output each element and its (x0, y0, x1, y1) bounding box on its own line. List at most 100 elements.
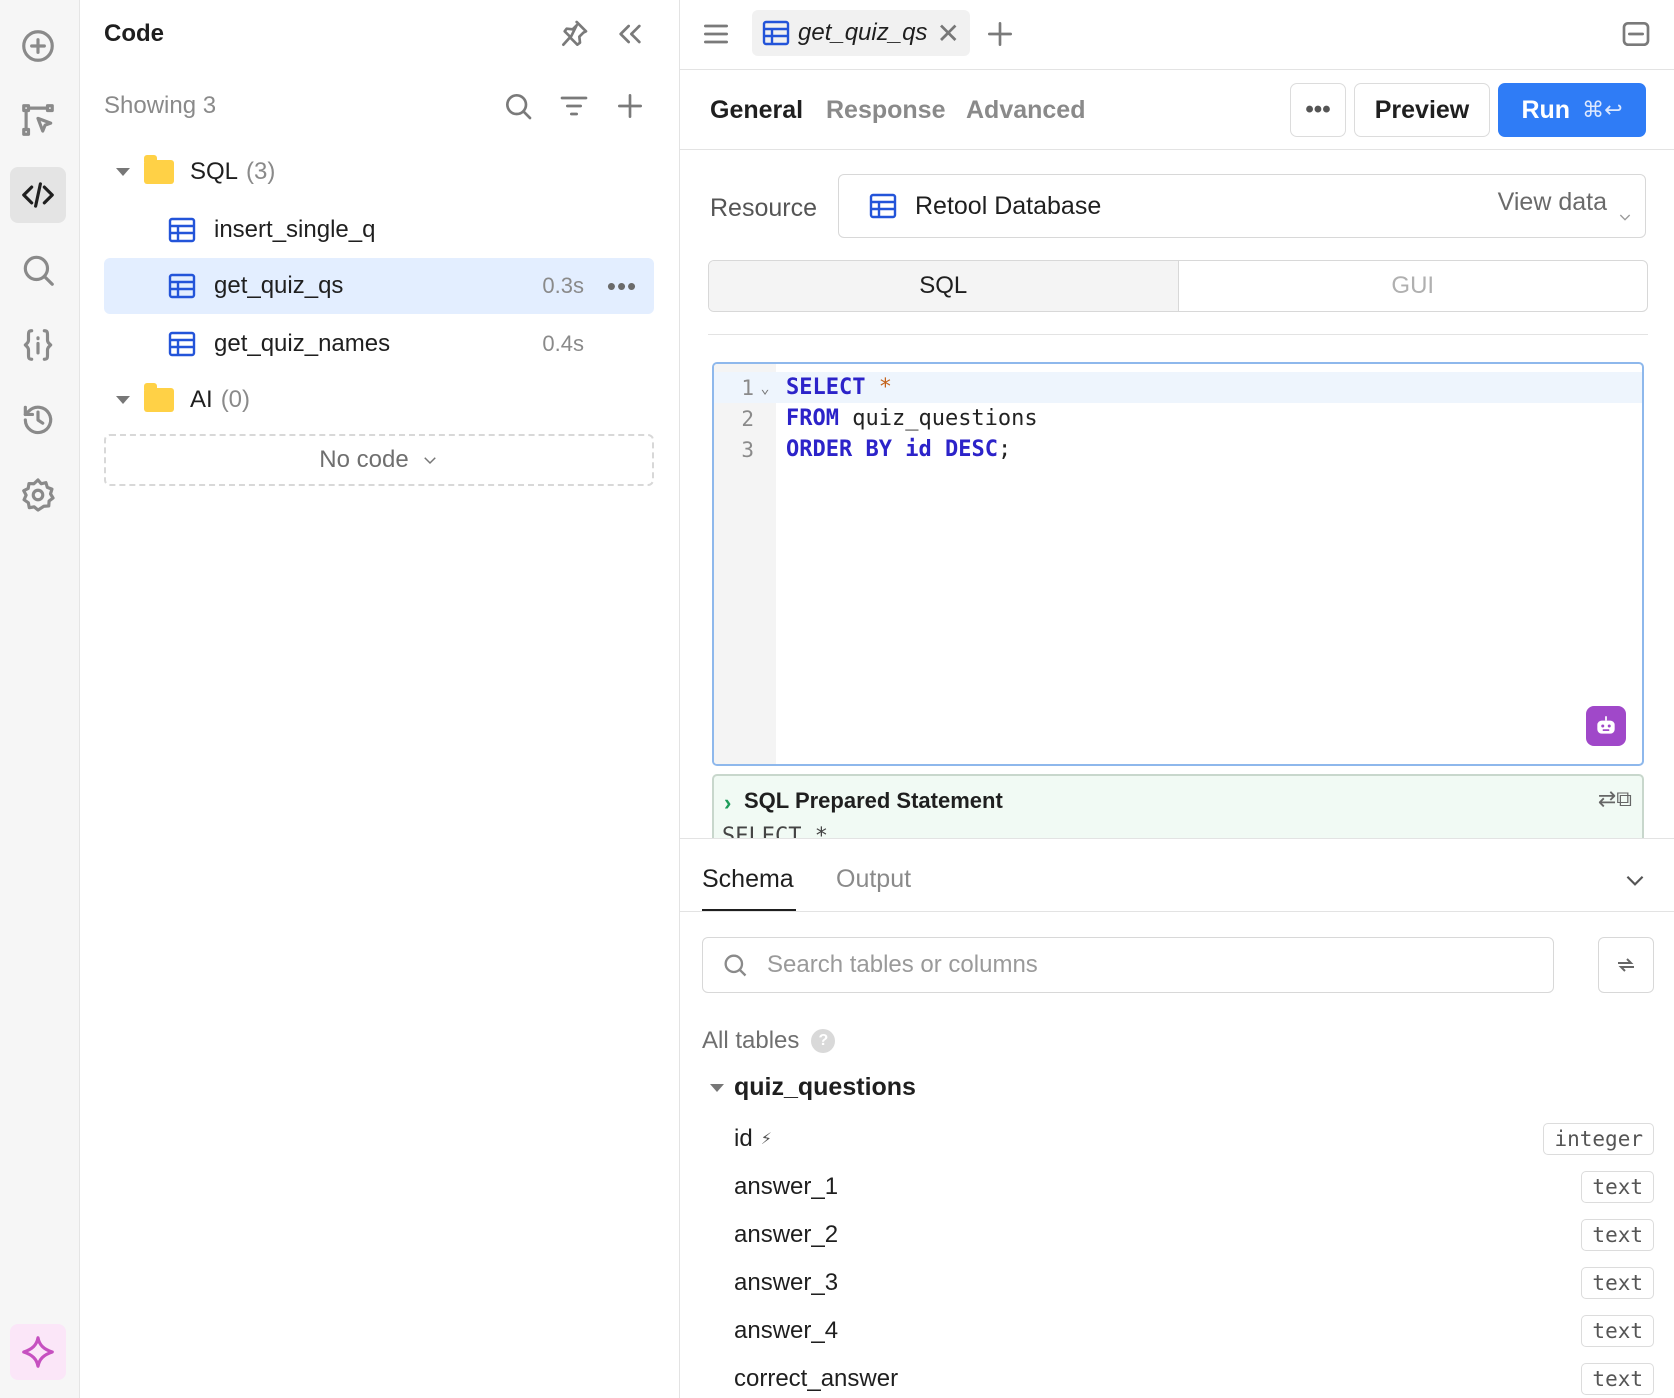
tab-response[interactable]: Response (826, 96, 945, 125)
filter-icon (560, 96, 588, 116)
sql-keyword: FROM (786, 406, 839, 431)
bottom-panel: Schema Output All tables ? quiz_question… (680, 838, 1674, 1398)
help-icon[interactable]: ? (811, 1029, 836, 1053)
view-data-link[interactable]: View data (1498, 188, 1607, 217)
swap-copy-icon[interactable]: ⇄⧉ (1598, 786, 1632, 812)
ai-assist-button[interactable] (1586, 706, 1626, 746)
prepared-statement-title: SQL Prepared Statement (744, 788, 1003, 813)
resource-select[interactable]: Retool Database View data (838, 174, 1646, 238)
divider (708, 334, 1648, 335)
pin-button[interactable] (554, 14, 594, 54)
chevron-down-icon (1617, 203, 1633, 232)
code-panel: Code Showing 3 SQL (3) insert_single_q g… (80, 0, 680, 1398)
search-icon (23, 255, 54, 286)
component-cursor-icon (22, 104, 54, 136)
collapse-panel-button[interactable] (610, 14, 650, 54)
add-button[interactable] (10, 18, 66, 74)
run-label: Run (1521, 95, 1571, 124)
folder-name: SQL (190, 158, 239, 185)
tab-get-quiz-qs[interactable]: get_quiz_qs ✕ (752, 10, 970, 56)
state-button[interactable] (10, 317, 66, 373)
column-row[interactable]: answer_2 text (734, 1213, 1654, 1257)
query-editor: get_quiz_qs ✕ General Response Advanced … (680, 0, 1674, 1398)
mode-sql[interactable]: SQL (709, 261, 1179, 311)
more-options-button[interactable]: ••• (1290, 83, 1346, 137)
collapse-panel-button[interactable] (1622, 867, 1648, 898)
code-button[interactable] (10, 167, 66, 223)
table-tree-item[interactable]: quiz_questions (710, 1073, 916, 1102)
folder-ai[interactable]: AI (0) (104, 378, 250, 422)
preview-button[interactable]: Preview (1354, 83, 1490, 137)
sql-punct: ; (997, 437, 1012, 462)
search-queries-button[interactable] (498, 86, 538, 126)
column-row[interactable]: answer_1 text (734, 1165, 1654, 1209)
query-runtime: 0.4s (542, 331, 584, 356)
resource-label: Resource (710, 194, 817, 222)
sql-keyword: DESC (944, 437, 998, 462)
query-item-get-quiz-qs[interactable]: get_quiz_qs 0.3s ••• (104, 258, 654, 314)
close-icon[interactable]: ✕ (937, 17, 960, 50)
search-button[interactable] (10, 242, 66, 298)
pin-icon (562, 20, 588, 46)
active-tab-indicator (702, 909, 796, 911)
run-button[interactable]: Run ⌘↩ (1498, 83, 1646, 137)
menu-button[interactable] (696, 14, 736, 54)
primary-key-icon: ⚡ (760, 1131, 772, 1148)
mode-gui[interactable]: GUI (1179, 261, 1648, 311)
table-icon (762, 20, 790, 46)
database-table-icon (869, 193, 897, 219)
table-icon (168, 331, 196, 357)
table-name: quiz_questions (734, 1073, 916, 1101)
tab-advanced[interactable]: Advanced (966, 96, 1085, 125)
history-button[interactable] (10, 392, 66, 448)
column-name: correct_answer (734, 1365, 899, 1392)
sql-keyword: id (905, 437, 932, 462)
column-row[interactable]: correct_answer text (734, 1357, 1654, 1398)
query-name: get_quiz_qs (214, 272, 344, 299)
folder-name: AI (190, 386, 213, 413)
tab-rule (680, 911, 1674, 912)
sql-keyword: SELECT (786, 375, 866, 400)
caret-down-icon (116, 396, 130, 404)
column-type-badge: text (1581, 1267, 1654, 1299)
caret-down-icon (116, 168, 130, 176)
add-tab-button[interactable] (980, 14, 1020, 54)
tab-output[interactable]: Output (836, 865, 911, 894)
new-query-button[interactable] (610, 86, 650, 126)
left-rail (0, 0, 80, 1398)
code-icon (22, 182, 54, 208)
variables-icon (23, 329, 53, 361)
search-icon (724, 954, 747, 977)
resource-name: Retool Database (915, 191, 1102, 220)
column-row[interactable]: answer_4 text (734, 1309, 1654, 1353)
query-item-insert-single-q[interactable]: insert_single_q (104, 202, 654, 258)
query-more-button[interactable]: ••• (602, 273, 642, 299)
column-row[interactable]: answer_3 text (734, 1261, 1654, 1305)
schema-search-input[interactable] (767, 951, 1553, 979)
tab-schema[interactable]: Schema (702, 865, 794, 894)
filter-button[interactable] (554, 86, 594, 126)
chevron-down-icon (423, 457, 436, 465)
showing-count: Showing 3 (104, 92, 217, 119)
plus-circle-icon (22, 30, 54, 62)
plus-icon (988, 22, 1012, 46)
all-tables-label: All tables (702, 1027, 800, 1054)
fold-icon[interactable]: ⌄ (754, 379, 776, 397)
prepared-statement-panel[interactable]: › SQL Prepared Statement ⇄⧉ SELECT * (712, 774, 1644, 840)
column-name: answer_2 (734, 1221, 839, 1248)
query-item-get-quiz-names[interactable]: get_quiz_names 0.4s (104, 316, 654, 372)
no-code-dropzone[interactable]: No code (104, 434, 654, 486)
sql-code-editor[interactable]: 1 ⌄ SELECT * 2 FROM quiz_questions 3 ORD… (712, 362, 1644, 766)
table-icon (168, 273, 196, 299)
assist-button[interactable] (10, 1324, 66, 1380)
toggle-bottom-panel-button[interactable] (1616, 14, 1656, 54)
components-button[interactable] (10, 92, 66, 148)
column-row[interactable]: id ⚡ integer (734, 1117, 1654, 1161)
folder-sql[interactable]: SQL (3) (104, 150, 275, 194)
settings-button[interactable] (10, 467, 66, 523)
refresh-schema-button[interactable] (1598, 937, 1654, 993)
chevron-right-icon: › (724, 790, 732, 815)
query-subtabs: General Response Advanced ••• Preview Ru… (680, 70, 1674, 150)
tab-general[interactable]: General (710, 96, 803, 125)
column-type-badge: text (1581, 1219, 1654, 1251)
